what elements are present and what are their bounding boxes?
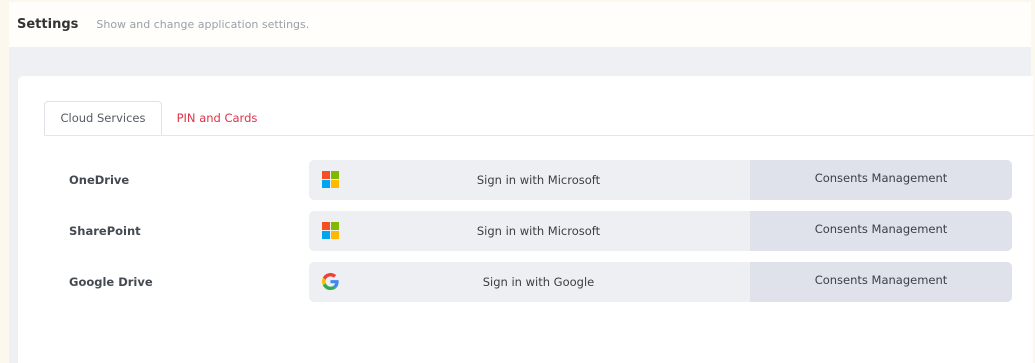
service-name: Google Drive	[69, 275, 153, 289]
page-title: Settings	[17, 17, 79, 32]
sign-in-label: Sign in with Microsoft	[476, 224, 601, 238]
app-frame: Settings Show and change application set…	[0, 0, 1035, 363]
tab-cloud-services[interactable]: Cloud Services	[44, 101, 162, 135]
service-name: SharePoint	[69, 224, 141, 238]
page-subtitle: Show and change application settings.	[96, 18, 310, 31]
sign-in-microsoft-button[interactable]: Sign in with Microsoft	[309, 211, 750, 251]
sign-in-label: Sign in with Google	[482, 275, 595, 289]
settings-tabs: Cloud Services PIN and Cards	[44, 101, 1034, 136]
service-name: OneDrive	[69, 173, 130, 187]
page-header: Settings Show and change application set…	[9, 2, 1031, 47]
consents-management-button[interactable]: Consents Management	[750, 160, 1012, 200]
sign-in-label: Sign in with Microsoft	[476, 173, 601, 187]
service-row-sharepoint: SharePoint Sign in with Microsoft Consen…	[60, 211, 1012, 251]
sign-in-microsoft-button[interactable]: Sign in with Microsoft	[309, 160, 750, 200]
consents-management-button[interactable]: Consents Management	[750, 262, 1012, 302]
tab-pin-and-cards[interactable]: PIN and Cards	[162, 101, 272, 135]
service-row-google-drive: Google Drive Sign in with Google Consent…	[60, 262, 1012, 302]
consents-management-button[interactable]: Consents Management	[750, 211, 1012, 251]
service-row-onedrive: OneDrive Sign in with Microsoft Consents…	[60, 160, 1012, 200]
sign-in-google-button[interactable]: Sign in with Google	[309, 262, 750, 302]
